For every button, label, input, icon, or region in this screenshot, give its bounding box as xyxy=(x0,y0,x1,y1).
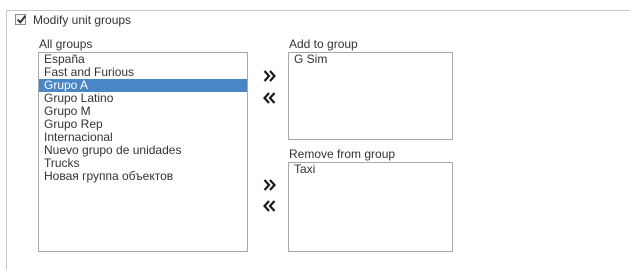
all-groups-label: All groups xyxy=(39,37,93,51)
double-chevron-right-icon xyxy=(263,70,276,82)
all-groups-list[interactable]: España Fast and Furious Grupo A Grupo Latin… xyxy=(38,52,248,252)
add-group-list-item[interactable]: G Sim xyxy=(289,53,452,66)
add-to-group-label: Add to group xyxy=(289,37,358,51)
remove-group-list-item[interactable]: Taxi xyxy=(289,163,452,176)
double-chevron-right-icon xyxy=(263,179,276,191)
double-chevron-left-icon xyxy=(263,200,276,212)
checkmark-icon xyxy=(16,15,27,24)
double-chevron-left-icon xyxy=(263,92,276,104)
remove-from-group-label: Remove from group xyxy=(289,147,396,161)
remove-from-add-group-button[interactable] xyxy=(262,90,278,106)
modify-unit-groups-checkbox[interactable] xyxy=(15,14,27,25)
add-to-group-list[interactable]: G Sim xyxy=(288,52,453,140)
modify-unit-groups-label: Modify unit groups xyxy=(33,13,132,27)
add-to-group-button[interactable] xyxy=(262,68,278,84)
all-groups-list-item[interactable]: Новая группа объектов xyxy=(39,170,247,183)
remove-from-remove-group-button[interactable] xyxy=(262,198,278,214)
remove-from-group-list[interactable]: Taxi xyxy=(288,162,453,252)
add-to-remove-group-button[interactable] xyxy=(262,177,278,193)
